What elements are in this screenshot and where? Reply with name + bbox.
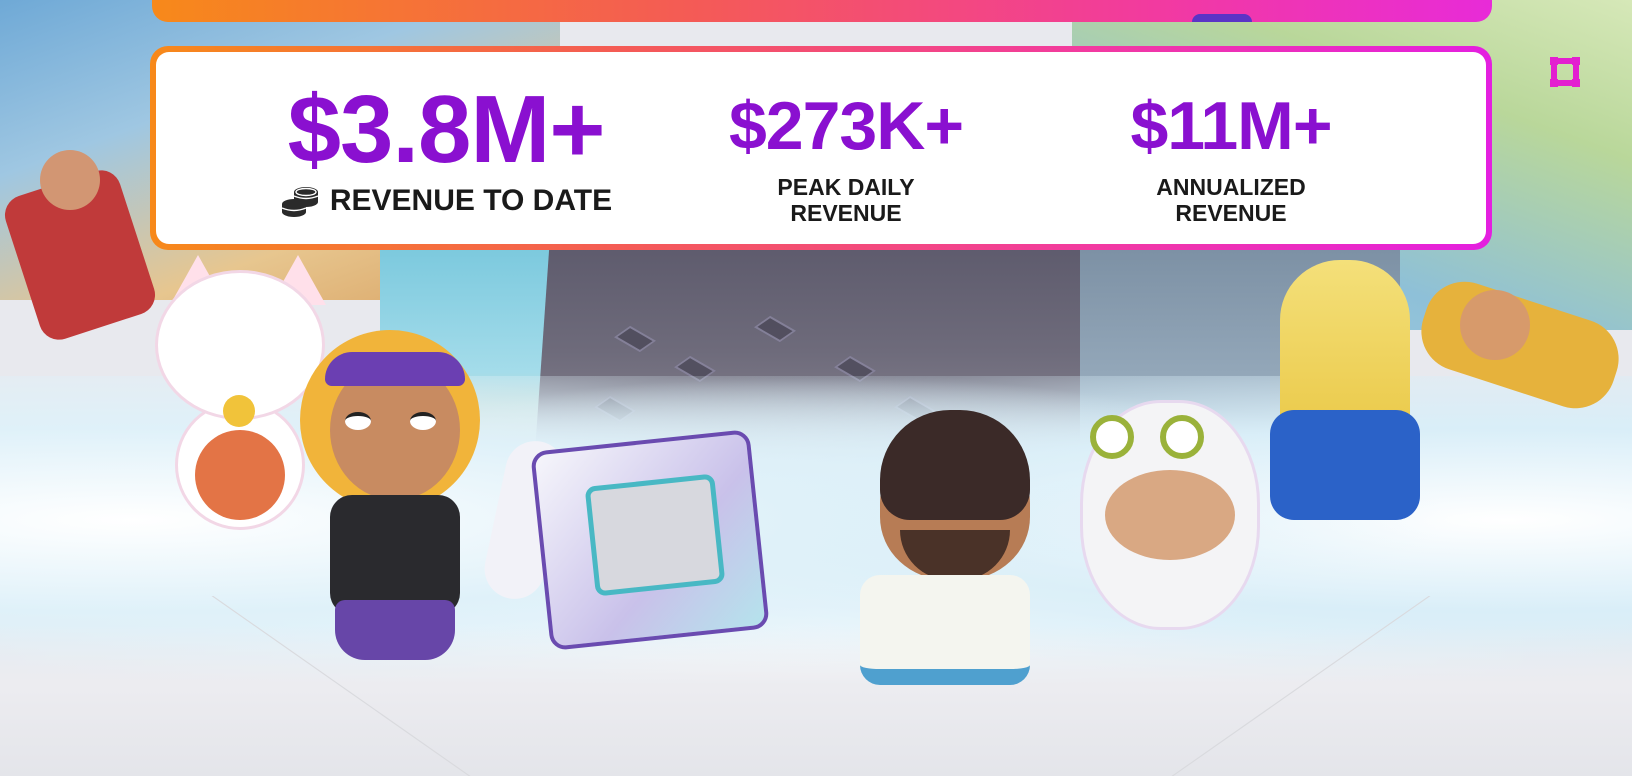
girl-eye [410,412,436,430]
stat-peak-daily-revenue: $273K+ PEAK DAILY REVENUE [711,92,981,227]
runner-head [1460,290,1530,360]
stat-revenue-to-date: $3.8M+ REVENUE TO DATE [256,82,636,219]
stat-label: PEAK DAILY REVENUE [711,174,981,227]
stats-panel-inner: $3.8M+ REVENUE TO DATE $273K+ PEAK DAILY… [156,52,1486,244]
owl-face [1105,470,1235,560]
stat-label-line: REVENUE [790,200,902,227]
stat-value: $11M+ [1130,88,1332,164]
banana-shirt [1270,410,1420,520]
stat-label-line: ANNUALIZED [1156,174,1306,200]
owl-eye [1090,415,1134,459]
top-bar-accent [1192,14,1252,22]
coins-icon [281,187,319,218]
selection-square-icon[interactable] [1546,53,1584,91]
stats-panel: $3.8M+ REVENUE TO DATE $273K+ PEAK DAILY… [150,46,1492,250]
stat-annualized-revenue: $11M+ ANNUALIZED REVENUE [1106,92,1356,227]
robot-face [584,473,726,597]
floor [0,626,1632,776]
stat-label-line: REVENUE [1175,200,1287,227]
stat-label-line: PEAK DAILY [777,174,915,200]
stat-value: $273K+ [728,88,964,164]
girl-headband [325,352,465,386]
lucky-cat-belly [195,430,285,520]
top-gradient-bar [152,0,1492,22]
stage: $3.8M+ REVENUE TO DATE $273K+ PEAK DAILY… [0,0,1632,776]
owl-eye [1160,415,1204,459]
stat-label-row: REVENUE TO DATE [256,184,636,219]
stat-label: ANNUALIZED REVENUE [1106,174,1356,227]
baseball-player-head [40,150,100,210]
bearded-guy-body [860,575,1030,685]
stat-label: REVENUE TO DATE [329,184,613,217]
lucky-cat-bell [223,395,255,427]
girl-eye [345,412,371,430]
girl-body [330,495,460,615]
stat-value: $3.8M+ [287,76,606,183]
girl-legs [335,600,455,660]
